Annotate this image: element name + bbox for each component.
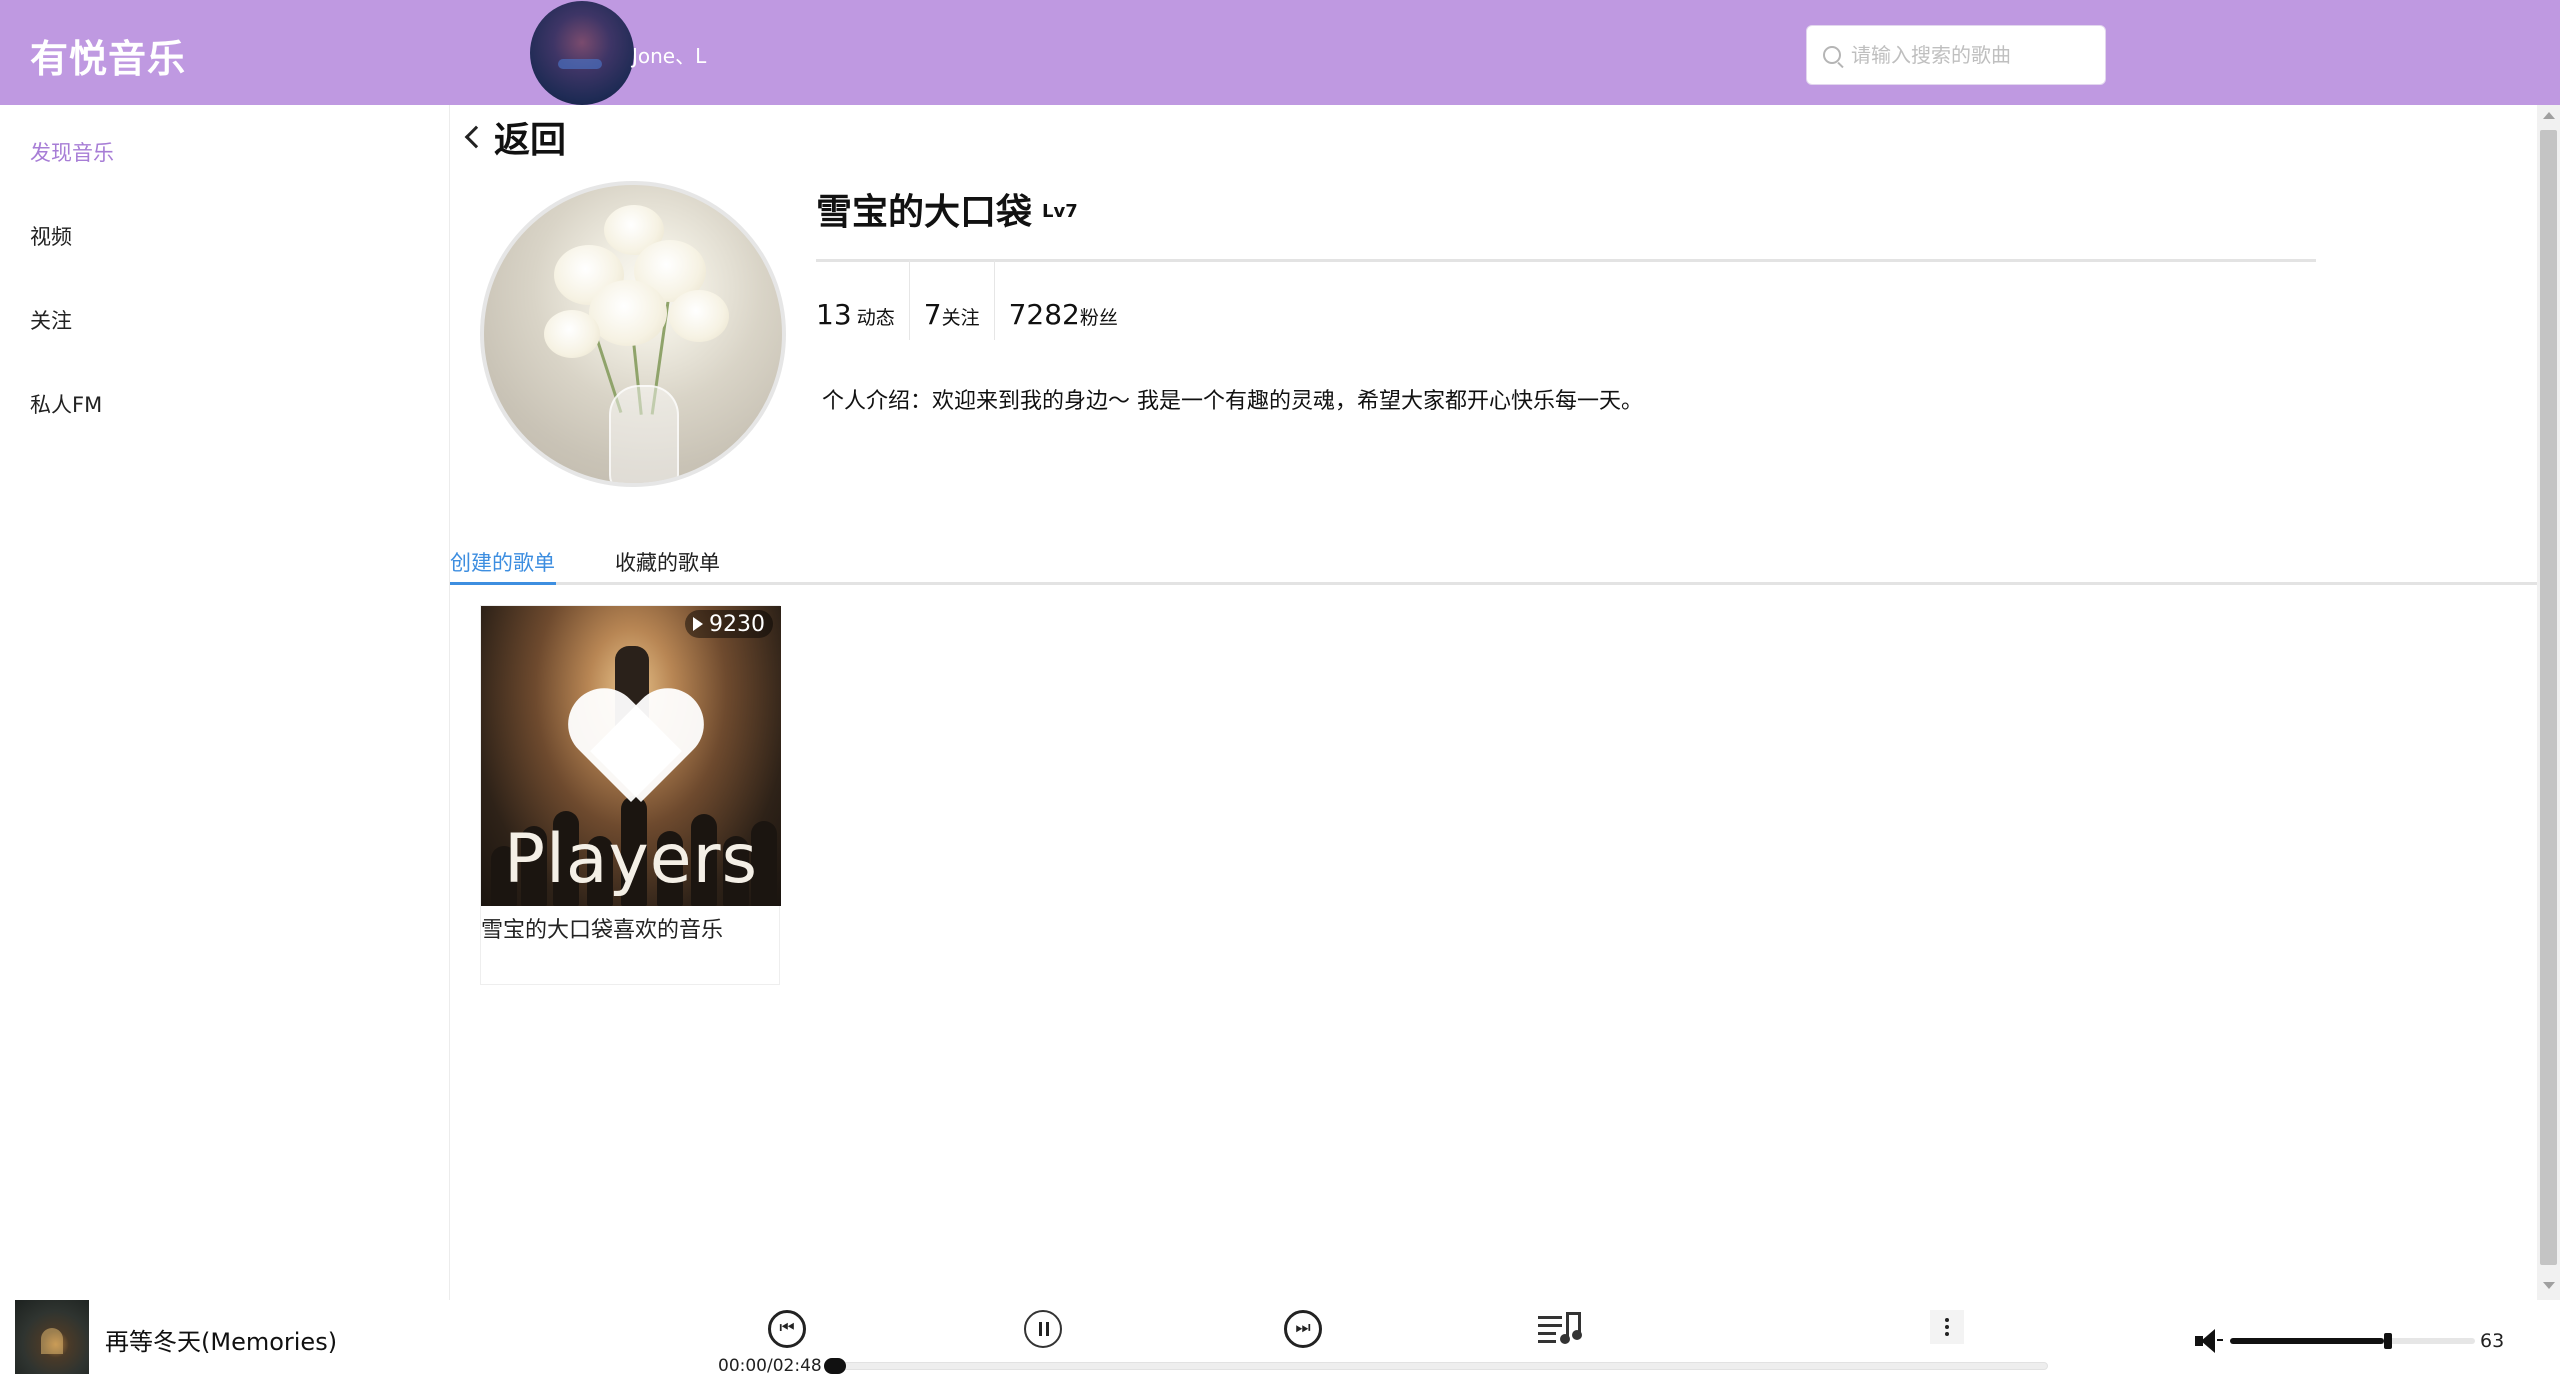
app-logo[interactable]: 有悦音乐 [30,28,186,83]
prev-button[interactable]: ⏮ [768,1310,806,1348]
profile-name: 雪宝的大口袋 [816,192,1033,233]
play-icon [693,617,703,631]
stat-events-label: 动态 [856,307,895,329]
volume-fill [2230,1338,2385,1344]
playlist-cover: Players 9230 [481,606,781,906]
pause-icon [1039,1322,1042,1336]
stat-fans-label: 粉丝 [1079,307,1118,329]
progress-handle[interactable] [824,1358,846,1374]
chevron-left-icon [464,125,488,149]
back-button[interactable]: 返回 [458,111,566,163]
volume-icon[interactable] [2193,1328,2223,1354]
next-button[interactable]: ⏭ [1284,1310,1322,1348]
playlist-card[interactable]: Players 9230 雪宝的大口袋喜欢的音乐 [480,605,781,985]
username[interactable]: Jone、L [632,40,706,69]
stat-fans[interactable]: 7282粉丝 [1009,260,1132,340]
level-badge: Lv7 [1042,201,1078,222]
play-count: 9230 [709,611,765,637]
sidebar-item-video[interactable]: 视频 [30,221,72,251]
play-count-badge: 9230 [685,610,773,638]
stat-follows-label: 关注 [941,307,980,329]
player-bar: 再等冬天(Memories) ⏮ ⏭ 00:00/02:48 63 [0,1300,2560,1376]
playlist-tabs: 创建的歌单 收藏的歌单 [450,535,2537,585]
user-avatar[interactable] [530,1,634,105]
tab-collected-playlists[interactable]: 收藏的歌单 [615,547,720,577]
progress-bar[interactable] [826,1362,2048,1370]
tab-active-indicator [450,582,556,585]
now-playing-cover[interactable] [15,1300,89,1374]
scrollbar-thumb[interactable] [2540,130,2557,1265]
stats-row: 13 动态 7关注 7282粉丝 [816,260,1146,340]
top-header: 有悦音乐 Jone、L [0,0,2560,105]
volume-value: 63 [2480,1330,2505,1352]
sidebar-item-private-fm[interactable]: 私人FM [30,389,102,419]
search-icon [1823,46,1841,64]
heart-icon [569,692,693,816]
main-content: 返回 雪宝的大口袋 Lv7 13 动态 7关注 7282粉丝 个人介绍：欢迎来到… [450,105,2537,1300]
stat-events-count: 13 [816,298,852,331]
time-display: 00:00/02:48 [718,1356,822,1376]
now-playing-title: 再等冬天(Memories) [105,1328,338,1356]
search-input[interactable] [1851,43,2091,67]
search-box[interactable] [1806,25,2106,85]
more-icon[interactable] [1930,1310,1964,1344]
sidebar-item-follow[interactable]: 关注 [30,305,72,335]
stat-fans-count: 7282 [1008,298,1080,331]
sidebar: 发现音乐 视频 关注 私人FM [0,105,450,1300]
tab-created-playlists[interactable]: 创建的歌单 [450,547,555,577]
next-icon: ⏭ [1295,1318,1311,1338]
stat-follows-count: 7 [923,298,942,331]
pause-button[interactable] [1024,1310,1062,1348]
sidebar-item-discover[interactable]: 发现音乐 [30,137,114,167]
playlist-icon[interactable] [1538,1312,1582,1344]
prev-icon: ⏮ [779,1318,795,1338]
stat-follows[interactable]: 7关注 [924,260,995,340]
stat-events[interactable]: 13 动态 [816,260,910,340]
profile-avatar [480,181,786,487]
playlist-title[interactable]: 雪宝的大口袋喜欢的音乐 [481,912,723,944]
scroll-down-icon[interactable] [2543,1282,2555,1289]
back-label: 返回 [494,120,567,161]
cover-text: Players [503,820,759,899]
volume-slider[interactable] [2230,1338,2475,1344]
scroll-up-icon[interactable] [2543,112,2555,119]
profile-intro: 个人介绍：欢迎来到我的身边～ 我是一个有趣的灵魂，希望大家都开心快乐每一天。 [822,389,1643,414]
volume-handle[interactable] [2384,1333,2392,1349]
